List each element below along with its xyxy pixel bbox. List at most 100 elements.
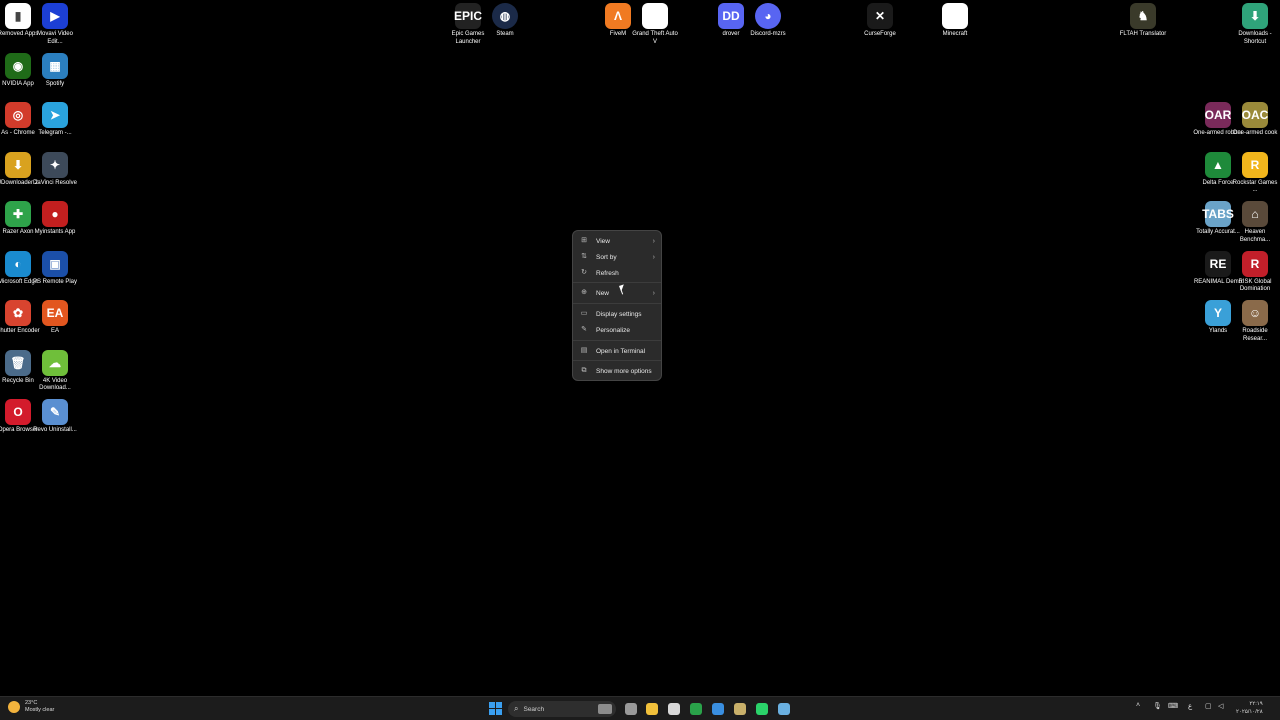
movavi-icon: ▶: [42, 3, 68, 29]
desktop-shortcut[interactable]: ▶ Movavi Video Edit...: [33, 3, 77, 46]
one-armed-robber-icon: OAR: [1205, 102, 1231, 128]
curseforge-icon: ✕: [867, 3, 893, 29]
menu-separator: [573, 360, 661, 361]
weather-sun-icon: [8, 701, 20, 713]
weather-widget[interactable]: 23°C Mostly clear: [8, 700, 54, 714]
4k-video-icon: ☁: [42, 349, 68, 376]
volume-icon[interactable]: ◁: [1218, 702, 1223, 710]
taskbar-clock[interactable]: ۲۲:۱۹ ۲۰۲۵/۱۰/۲۸: [1236, 700, 1263, 716]
context-menu-item[interactable]: ⊞ View ›: [576, 234, 660, 248]
epic-games-icon: EPIC: [454, 3, 482, 29]
keyboard-icon[interactable]: ⌨: [1168, 702, 1178, 710]
desktop-shortcut[interactable]: Minecraft: [933, 3, 977, 39]
desktop-shortcut-label: Heaven Benchma...: [1239, 229, 1271, 243]
myinstants-icon: ●: [42, 201, 68, 227]
desktop-shortcut-label: FLTAH Translator: [1119, 31, 1167, 37]
spotify-taskbar-icon[interactable]: [756, 703, 768, 715]
task-view-icon[interactable]: [625, 703, 637, 715]
desktop-shortcut[interactable]: ✎ Revo Uninstall...: [33, 399, 77, 435]
ylands-icon: Y: [1205, 300, 1231, 326]
desktop-shortcut-label: 4K Video Download...: [39, 377, 71, 392]
desktop-context-menu: ⊞ View › ⇅ Sort by › ↻ Refresh ⊕ New › ▭ Display set…: [572, 230, 662, 381]
risk-icon: R: [1242, 250, 1268, 277]
search-icon: ⌕: [514, 704, 519, 713]
desktop-shortcut[interactable]: ● Myinstants App: [33, 201, 77, 237]
clock-time: ۲۲:۱۹: [1249, 701, 1263, 707]
razer-icon: ✚: [5, 201, 31, 227]
desktop-shortcut[interactable]: R Rockstar Games ...: [1232, 151, 1278, 195]
desktop-shortcut[interactable]: ◕ Discord-mzrs: [746, 3, 790, 39]
more-options-icon: ⧉: [581, 367, 587, 374]
sort-icon: ⇅: [581, 253, 587, 260]
desktop-shortcut[interactable]: R RISK Global Domination: [1233, 250, 1277, 294]
desktop-shortcut[interactable]: ♞ FLTAH Translator: [1119, 3, 1167, 39]
desktop-shortcut-label: Rockstar Games ...: [1232, 179, 1278, 194]
context-menu-item[interactable]: ▭ Display settings: [576, 307, 660, 321]
folder-white-icon: ▮: [5, 3, 31, 29]
shutter-icon: ✿: [5, 300, 31, 326]
desktop-shortcut[interactable]: ▣ PS Remote Play: [32, 250, 78, 287]
desktop-shortcut-label: PS Remote Play: [32, 278, 78, 285]
context-menu-item-label: Personalize: [596, 326, 630, 334]
taskbar-search-box[interactable]: ⌕ Search: [508, 701, 616, 717]
context-menu-item[interactable]: ▤ Open in Terminal: [576, 344, 660, 358]
windows-logo-icon: [489, 702, 495, 708]
davinci-icon: ✦: [42, 151, 68, 178]
chrome-taskbar-icon[interactable]: [712, 703, 724, 715]
file-explorer-icon[interactable]: [646, 703, 658, 715]
desktop-shortcut[interactable]: ➤ Telegram -...: [33, 102, 77, 138]
xbox-icon[interactable]: [690, 703, 702, 715]
context-menu-item-label: View: [596, 237, 610, 245]
desktop-shortcut[interactable]: EA EA: [33, 300, 77, 336]
desktop-shortcut-label: Revo Uninstall...: [33, 427, 77, 433]
context-menu-item[interactable]: ✎ Personalize: [576, 323, 660, 337]
desktop-shortcut[interactable]: ☺ Roadside Resear...: [1233, 300, 1277, 343]
desktop-shortcut-label: Minecraft: [942, 31, 968, 37]
desktop-shortcut[interactable]: Grand Theft Auto V: [632, 3, 678, 46]
menu-separator: [573, 282, 661, 283]
context-menu-item[interactable]: ↻ Refresh: [576, 266, 660, 280]
steam-icon: ◍: [492, 3, 518, 29]
desktop-shortcut[interactable]: OAC One-armed cook: [1233, 102, 1277, 138]
language-indicator-icon[interactable]: ع: [1188, 702, 1192, 710]
desktop-shortcut[interactable]: ◍ Steam: [483, 3, 527, 39]
microphone-icon[interactable]: 🎙: [1153, 702, 1162, 710]
store-icon[interactable]: [668, 703, 680, 715]
nvidia-icon: ◉: [5, 52, 31, 79]
clock-date: ۲۰۲۵/۱۰/۲۸: [1236, 709, 1263, 715]
desktop-shortcut[interactable]: ✕ CurseForge: [858, 3, 902, 39]
desktop-shortcut-label: Roadside Resear...: [1242, 328, 1268, 342]
roadside-icon: ☺: [1242, 300, 1268, 326]
desktop-shortcut[interactable]: ▦ Spotify: [33, 52, 77, 89]
show-hidden-icons-chevron-icon[interactable]: ˄: [1136, 702, 1140, 709]
delta-force-icon: ▲: [1205, 151, 1231, 178]
refresh-icon: ↻: [581, 269, 587, 276]
steam-taskbar-icon[interactable]: [778, 703, 790, 715]
app-grid-icon[interactable]: [734, 703, 746, 715]
search-highlight-image: [598, 704, 612, 714]
context-menu-item[interactable]: ⊕ New ›: [576, 286, 660, 300]
desktop-shortcut-label: CurseForge: [864, 31, 896, 37]
spotify-icon: ▦: [42, 52, 68, 79]
ps-remote-icon: ▣: [42, 250, 68, 277]
jdownloader-icon: ⬇: [5, 151, 31, 178]
context-menu-item[interactable]: ⧉ Show more options: [576, 364, 660, 378]
desktop-shortcut[interactable]: ☁ 4K Video Download...: [33, 349, 77, 393]
context-menu-item-label: New: [596, 289, 610, 297]
start-button[interactable]: [489, 702, 502, 715]
downloads-folder-icon: ⬇: [1242, 3, 1268, 29]
brush-icon: ✎: [581, 326, 587, 333]
desktop-shortcut-label: Grand Theft Auto V: [632, 31, 678, 45]
desktop-shortcut-label: EA: [50, 328, 59, 334]
desktop-shortcut-label: One-armed cook: [1232, 130, 1278, 136]
desktop-shortcut-label: Downloads - Shortcut: [1238, 31, 1272, 45]
context-menu-item[interactable]: ⇅ Sort by ›: [576, 250, 660, 264]
desktop-shortcut[interactable]: ✦ DaVinci Resolve: [33, 151, 77, 188]
desktop-shortcut[interactable]: ⌂ Heaven Benchma...: [1233, 201, 1277, 244]
submenu-chevron-icon: ›: [652, 253, 655, 261]
network-icon[interactable]: ▢: [1205, 702, 1212, 710]
revo-icon: ✎: [42, 399, 68, 425]
desktop-shortcut[interactable]: ⬇ Downloads - Shortcut: [1233, 3, 1277, 46]
terminal-icon: ▤: [580, 347, 588, 354]
chrome-icon: ◎: [5, 102, 31, 128]
